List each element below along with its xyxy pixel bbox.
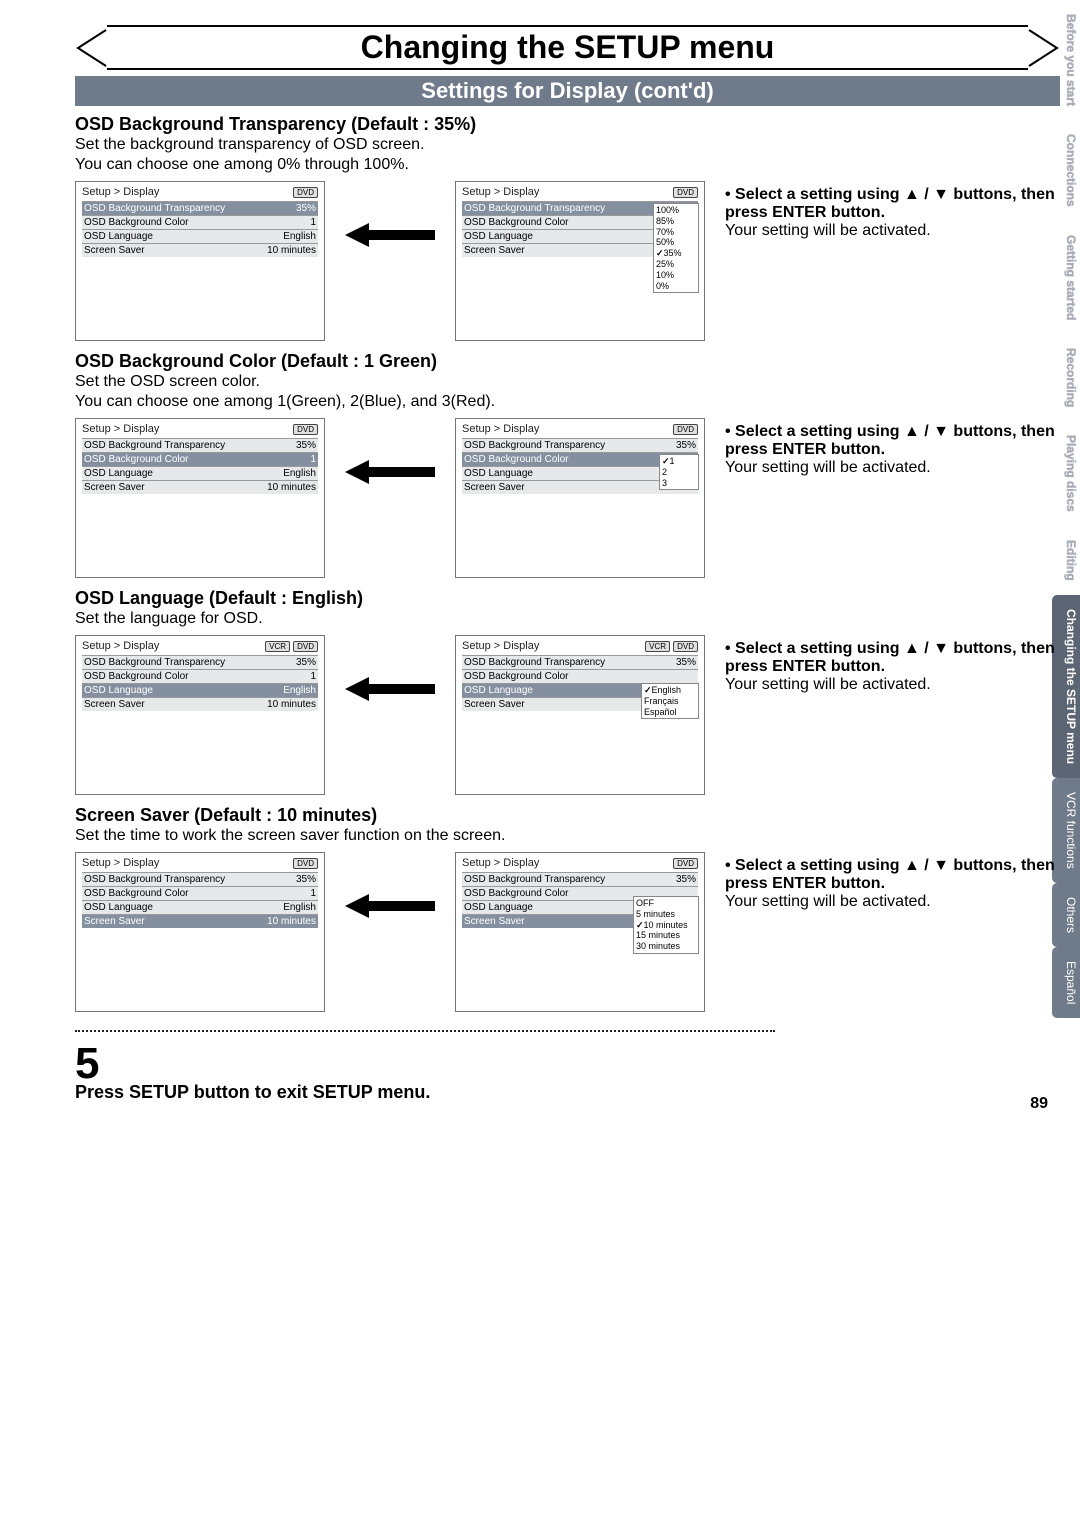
opt[interactable]: 50% (656, 237, 696, 248)
desc-color: Set the OSD screen color. You can choose… (75, 372, 1060, 412)
page-title: Changing the SETUP menu (107, 25, 1028, 70)
badge-dvd: DVD (293, 187, 318, 198)
desc-transparency: Set the background transparency of OSD s… (75, 135, 1060, 175)
check-icon: ✓ (644, 685, 652, 695)
opt[interactable]: 0% (656, 281, 696, 292)
manual-page: Before you start Connections Getting sta… (0, 0, 1080, 1123)
breadcrumb: Setup > Display (82, 186, 159, 198)
menu-row-saver-hi: Screen Saver10 minutes (82, 914, 318, 928)
menu-row-language: OSD LanguageEnglish (82, 229, 318, 243)
opt[interactable]: 25% (656, 259, 696, 270)
arrow-left-icon (345, 458, 435, 486)
opt[interactable]: 10% (656, 270, 696, 281)
instruction-language: • Select a setting using ▲ / ▼ buttons, … (725, 635, 1060, 694)
desc-language: Set the language for OSD. (75, 609, 1060, 629)
check-icon: ✓ (662, 456, 670, 466)
panel-select-color: Setup > Display DVD OSD Background Trans… (455, 418, 705, 578)
menu-row-language-hi: OSD LanguageEnglish (82, 683, 318, 697)
panel-result-color: Setup > Display DVD OSD Background Trans… (75, 418, 325, 578)
opt[interactable]: OFF (636, 898, 696, 909)
page-number: 89 (1030, 1095, 1048, 1113)
row-language: Setup > Display VCR DVD OSD Background T… (75, 635, 1060, 795)
dropdown-color[interactable]: ✓1 2 3 (659, 454, 699, 490)
instruction-color: • Select a setting using ▲ / ▼ buttons, … (725, 418, 1060, 477)
opt[interactable]: Français (644, 696, 696, 707)
badge-vcr: VCR (265, 641, 290, 652)
step-text: Press SETUP button to exit SETUP menu. (75, 1082, 1060, 1103)
instruction-transparency: • Select a setting using ▲ / ▼ buttons, … (725, 181, 1060, 240)
check-icon: ✓ (636, 920, 644, 930)
row-color: Setup > Display DVD OSD Background Trans… (75, 418, 1060, 578)
chapter-ribbon: Changing the SETUP menu (75, 25, 1060, 70)
opt-selected[interactable]: ✓English (644, 685, 696, 696)
arrow-left-icon (345, 221, 435, 249)
heading-color: OSD Background Color (Default : 1 Green) (75, 351, 1060, 372)
opt-selected[interactable]: ✓35% (656, 248, 696, 259)
dropdown-transparency[interactable]: 100% 85% 70% 50% ✓35% 25% 10% 0% (653, 203, 699, 293)
divider-dotted (75, 1030, 775, 1032)
panel-result-language: Setup > Display VCR DVD OSD Background T… (75, 635, 325, 795)
opt[interactable]: 70% (656, 227, 696, 238)
opt[interactable]: 2 (662, 467, 696, 478)
menu-row-color-hi: OSD Background Color1 (82, 452, 318, 466)
menu-row-color: OSD Background Color1 (82, 215, 318, 229)
check-icon: ✓ (656, 248, 664, 258)
panel-result-saver: Setup > Display DVD OSD Background Trans… (75, 852, 325, 1012)
dropdown-language[interactable]: ✓English Français Español (641, 683, 699, 719)
opt[interactable]: 5 minutes (636, 909, 696, 920)
desc-saver: Set the time to work the screen saver fu… (75, 826, 1060, 846)
body: OSD Background Transparency (Default : 3… (75, 114, 1060, 1103)
menu-row-transparency: OSD Background Transparency35% (82, 201, 318, 215)
section-title: Settings for Display (cont'd) (75, 76, 1060, 106)
ribbon-left-icon (75, 29, 107, 67)
row-transparency: Setup > Display DVD OSD Background Trans… (75, 181, 1060, 341)
row-saver: Setup > Display DVD OSD Background Trans… (75, 852, 1060, 1012)
opt[interactable]: 30 minutes (636, 941, 696, 952)
tab-before-you-start: Before you start (1052, 0, 1080, 120)
instruction-saver: • Select a setting using ▲ / ▼ buttons, … (725, 852, 1060, 911)
opt-selected[interactable]: ✓1 (662, 456, 696, 467)
heading-saver: Screen Saver (Default : 10 minutes) (75, 805, 1060, 826)
heading-language: OSD Language (Default : English) (75, 588, 1060, 609)
arrow-left-icon (345, 675, 435, 703)
opt[interactable]: 15 minutes (636, 930, 696, 941)
opt-selected[interactable]: ✓10 minutes (636, 920, 696, 931)
arrow-left-icon (345, 892, 435, 920)
opt[interactable]: 100% (656, 205, 696, 216)
opt[interactable]: 3 (662, 478, 696, 489)
heading-transparency: OSD Background Transparency (Default : 3… (75, 114, 1060, 135)
dropdown-saver[interactable]: OFF 5 minutes ✓10 minutes 15 minutes 30 … (633, 896, 699, 954)
opt[interactable]: 85% (656, 216, 696, 227)
panel-result-transparency: Setup > Display DVD OSD Background Trans… (75, 181, 325, 341)
step-number: 5 (75, 1042, 1060, 1086)
opt[interactable]: Español (644, 707, 696, 718)
menu-row-saver: Screen Saver10 minutes (82, 243, 318, 257)
